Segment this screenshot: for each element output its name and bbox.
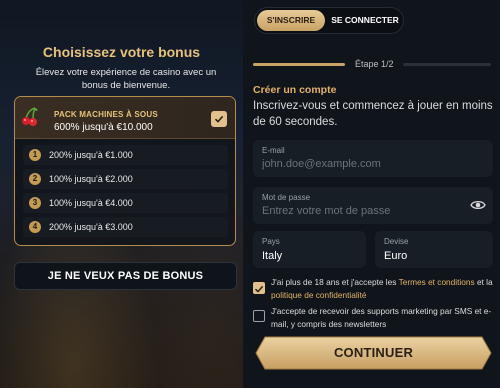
step-progress-done	[253, 63, 345, 66]
password-field[interactable]: Mot de passe	[253, 187, 493, 224]
country-label: Pays	[262, 237, 280, 246]
bonus-tier-2[interactable]: 2 100% jusqu'à €2.000	[23, 169, 228, 189]
currency-label: Devise	[384, 237, 409, 246]
create-account-title: Créer un compte	[253, 84, 337, 96]
bonus-panel: Choisissez votre bonus Élevez votre expé…	[0, 0, 243, 388]
country-value: Italy	[262, 250, 283, 262]
email-input[interactable]	[262, 158, 462, 170]
pack-name: PACK MACHINES À SOUS	[54, 110, 158, 119]
auth-tabs: S'INSCRIRE SE CONNECTER	[254, 7, 404, 34]
bonus-tier-4[interactable]: 4 200% jusqu'à €3.000	[23, 217, 228, 237]
bonus-tier-1[interactable]: 1 200% jusqu'à €1.000	[23, 145, 228, 165]
continue-button[interactable]: CONTINUER	[255, 335, 492, 371]
tab-signup[interactable]: S'INSCRIRE	[257, 10, 325, 31]
privacy-link[interactable]: politique de confidentialité	[271, 290, 366, 300]
tier-label: 100% jusqu'à €2.000	[49, 174, 133, 184]
bonus-title: Choisissez votre bonus	[42, 44, 201, 60]
step-label: Étape 1/2	[355, 59, 394, 69]
check-icon	[254, 285, 264, 293]
bonus-subtitle: Élevez votre expérience de casino avec u…	[35, 67, 217, 91]
terms-checkbox[interactable]	[253, 282, 265, 294]
terms-prefix: J'ai plus de 18 ans et j'accepte les	[271, 277, 399, 287]
tier-label: 200% jusqu'à €1.000	[49, 150, 133, 160]
tier-number: 1	[29, 149, 41, 161]
bonus-tier-3[interactable]: 3 100% jusqu'à €4.000	[23, 193, 228, 213]
tier-number: 4	[29, 221, 41, 233]
bonus-options-box: PACK MACHINES À SOUS 600% jusqu'à €10.00…	[14, 96, 236, 246]
password-input[interactable]	[262, 205, 462, 217]
check-icon	[214, 115, 224, 123]
currency-value: Euro	[384, 250, 408, 262]
continue-label: CONTINUER	[333, 345, 414, 360]
tier-label: 200% jusqu'à €3.000	[49, 222, 133, 232]
selected-bonus-pack[interactable]: PACK MACHINES À SOUS 600% jusqu'à €10.00…	[15, 97, 235, 139]
pack-selected-checkbox[interactable]	[211, 111, 227, 127]
marketing-checkbox[interactable]	[253, 310, 265, 322]
terms-middle: et la	[474, 277, 493, 287]
step-progress-remaining	[403, 63, 491, 66]
currency-select[interactable]: Devise Euro	[375, 231, 493, 268]
signup-form: S'INSCRIRE SE CONNECTER Étape 1/2 Créer …	[243, 0, 500, 388]
tier-label: 100% jusqu'à €4.000	[49, 198, 133, 208]
marketing-consent-text: J'accepte de recevoir des supports marke…	[271, 306, 492, 329]
no-bonus-button[interactable]: JE NE VEUX PAS DE BONUS	[14, 262, 237, 290]
tab-login[interactable]: SE CONNECTER	[329, 10, 401, 31]
country-select[interactable]: Pays Italy	[253, 231, 366, 268]
tier-number: 2	[29, 173, 41, 185]
terms-link[interactable]: Termes et conditions	[399, 277, 475, 287]
email-field[interactable]: E-mail	[253, 140, 493, 177]
tier-number: 3	[29, 197, 41, 209]
password-label: Mot de passe	[262, 193, 311, 202]
eye-icon[interactable]	[470, 199, 486, 211]
email-label: E-mail	[262, 146, 285, 155]
pack-amount: 600% jusqu'à €10.000	[54, 122, 153, 133]
create-account-subtitle: Inscrivez-vous et commencez à jouer en m…	[253, 100, 493, 128]
cherry-icon	[22, 107, 38, 126]
terms-consent-text: J'ai plus de 18 ans et j'accepte les Ter…	[271, 276, 496, 301]
